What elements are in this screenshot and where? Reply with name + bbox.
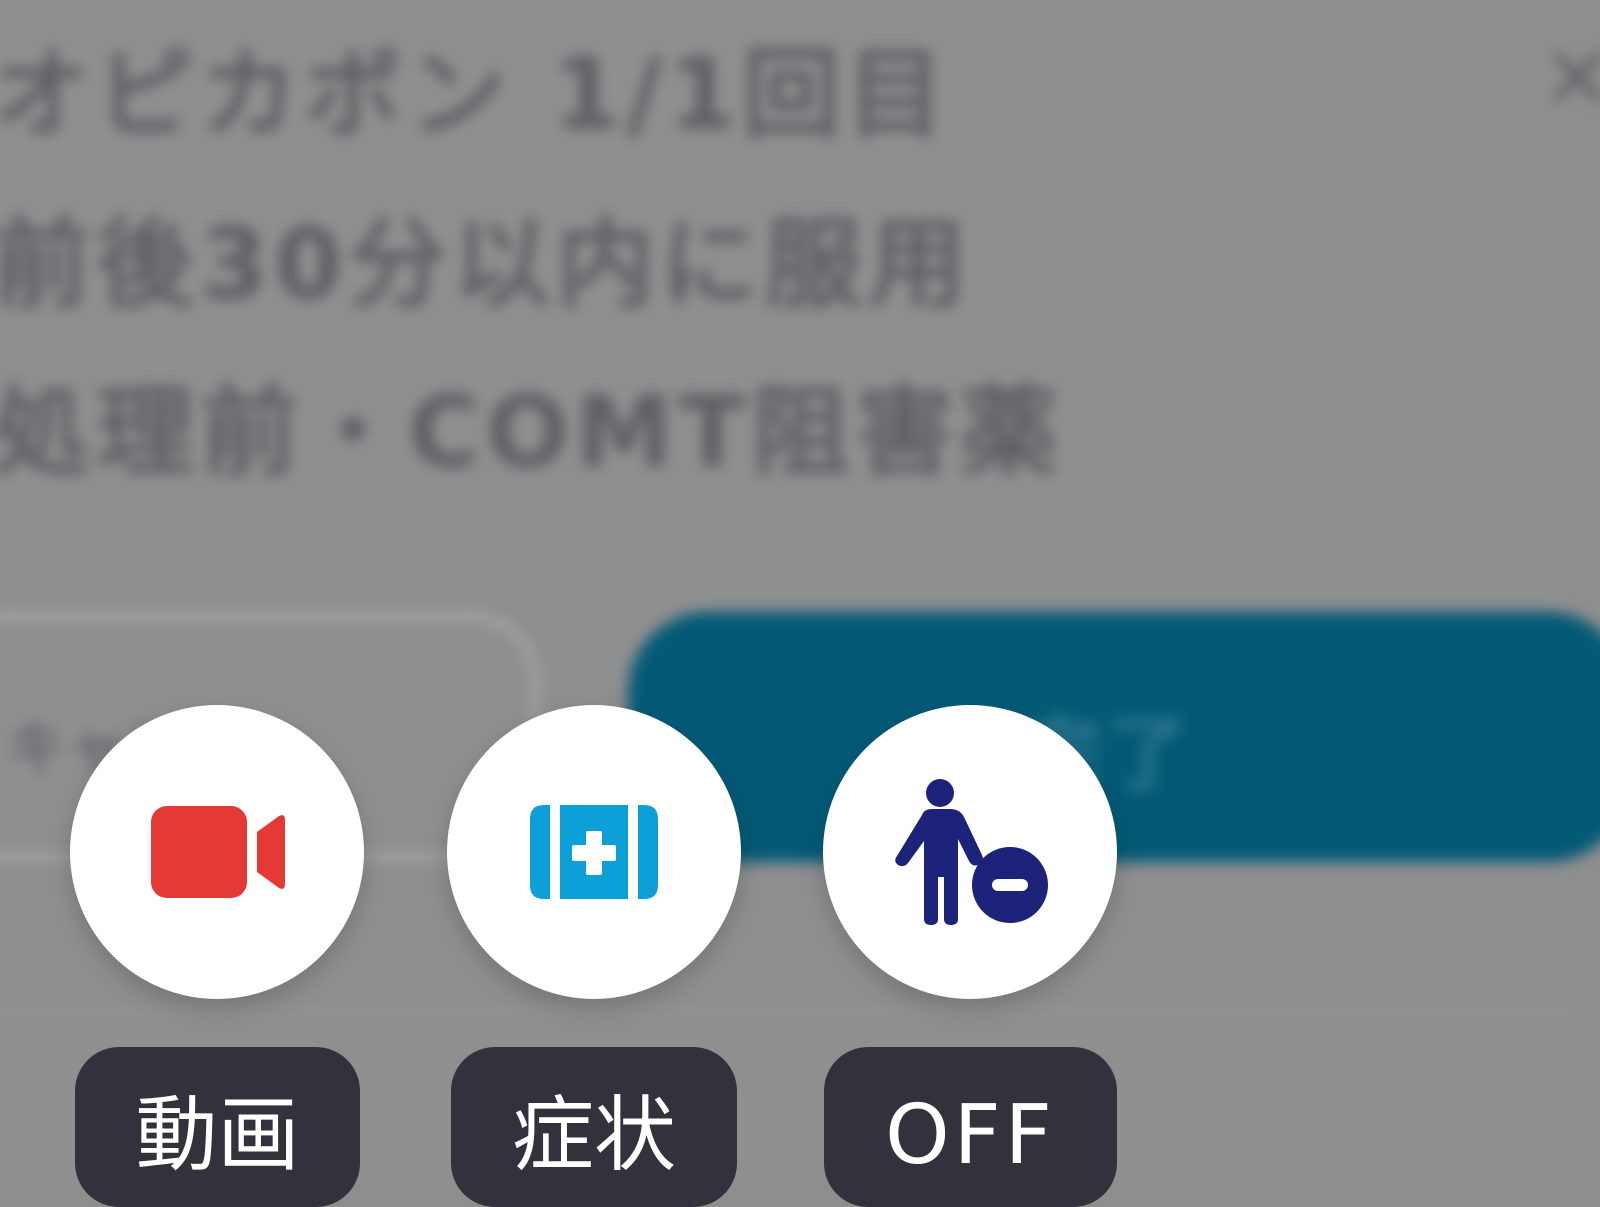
video-action-label[interactable]: 動画 (75, 1047, 360, 1207)
video-action-button[interactable] (70, 705, 364, 999)
off-action-label[interactable]: OFF (824, 1047, 1117, 1207)
video-camera-icon (151, 806, 285, 898)
background-text-line-3: 処理前・COMT阻害薬 (0, 376, 1064, 490)
symptom-action-label[interactable]: 症状 (451, 1047, 737, 1207)
person-minus-icon (895, 779, 1048, 925)
background-text-line-2: 前後30分以内に服用 (0, 208, 973, 322)
background-text-line-1: オピカボン 1/1回目 (0, 38, 951, 152)
close-icon: × (1540, 22, 1600, 127)
blurred-background-content: オピカボン 1/1回目 前後30分以内に服用 処理前・COMT阻害薬 × キャン… (0, 0, 1600, 1176)
first-aid-kit-icon (530, 805, 658, 899)
off-action-button[interactable] (823, 705, 1117, 999)
background-divider (0, 1010, 1568, 1013)
symptom-action-button[interactable] (447, 705, 741, 999)
